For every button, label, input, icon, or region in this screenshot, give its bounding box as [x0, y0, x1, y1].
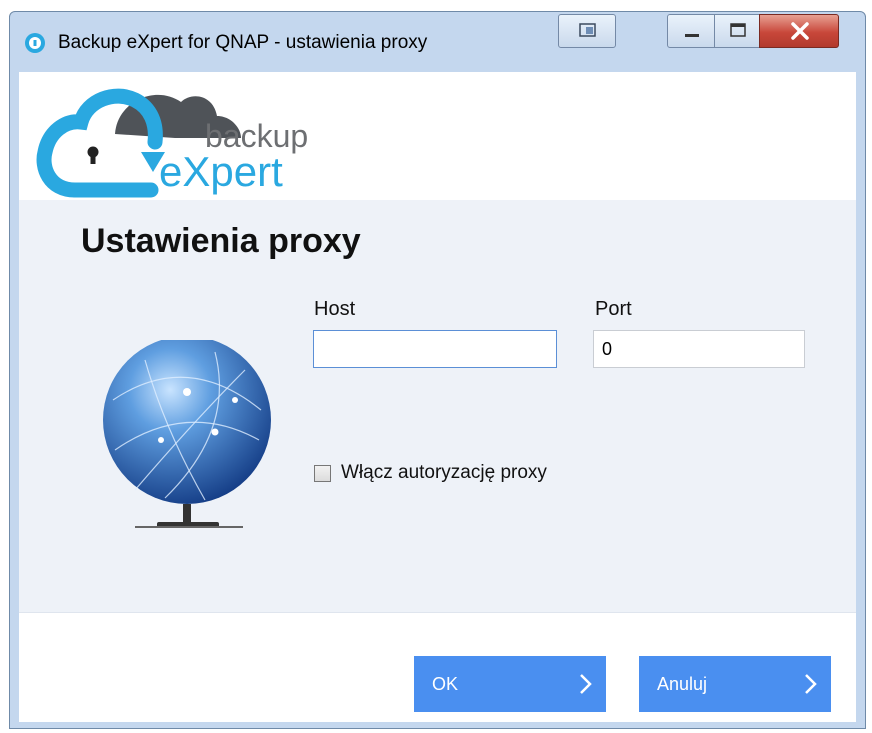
maximize-button[interactable]	[714, 14, 760, 48]
proxy-auth-checkbox[interactable]	[314, 465, 331, 482]
title-bar[interactable]: Backup eXpert for QNAP - ustawienia prox…	[10, 12, 865, 72]
proxy-auth-label[interactable]: Włącz autoryzację proxy	[341, 462, 547, 484]
minimize-button[interactable]	[667, 14, 715, 48]
port-input[interactable]	[593, 330, 805, 368]
logo-text-expert: eXpert	[159, 148, 283, 195]
logo-header: backup eXpert	[19, 72, 856, 201]
switch-window-button[interactable]	[558, 14, 616, 48]
globe-network-icon	[103, 340, 271, 528]
switch-window-icon	[579, 23, 596, 37]
host-input[interactable]	[313, 330, 557, 368]
close-button[interactable]	[759, 14, 839, 48]
chevron-right-icon	[805, 674, 817, 694]
page-title: Ustawienia proxy	[81, 222, 361, 260]
maximize-icon	[730, 23, 746, 37]
window-title: Backup eXpert for QNAP - ustawienia prox…	[58, 32, 428, 53]
ok-button-label: OK	[432, 674, 459, 694]
proxy-settings-panel: Ustawienia proxy Host Port 0 Włącz autor…	[19, 200, 856, 613]
dialog-footer: OK Anuluj	[19, 613, 856, 722]
dialog-client-area: backup eXpert Ustawienia proxy Host Port…	[19, 72, 856, 722]
chevron-right-icon	[580, 674, 592, 694]
port-label: Port	[595, 298, 632, 320]
close-icon	[791, 22, 809, 40]
minimize-icon	[685, 34, 699, 37]
cancel-button[interactable]: Anuluj	[639, 656, 831, 712]
app-icon	[25, 33, 45, 53]
dialog-window: Backup eXpert for QNAP - ustawienia prox…	[9, 11, 866, 729]
host-label: Host	[314, 298, 356, 320]
cancel-button-label: Anuluj	[657, 674, 708, 694]
ok-button[interactable]: OK	[414, 656, 606, 712]
